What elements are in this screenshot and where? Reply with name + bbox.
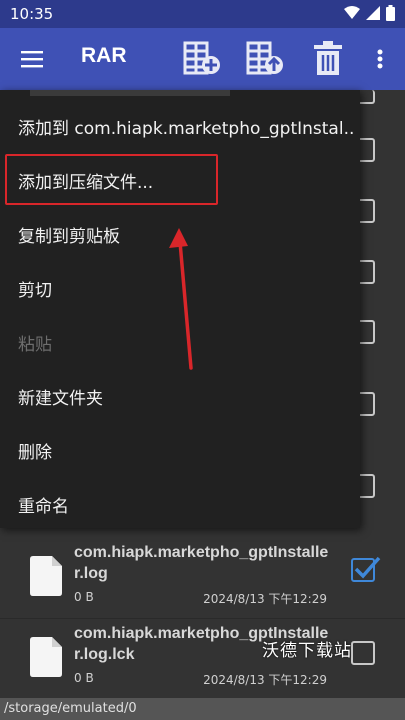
menu-item-paste: 粘贴 bbox=[18, 335, 52, 355]
file-icon bbox=[30, 556, 62, 596]
highlight-box bbox=[5, 154, 218, 205]
delete-icon[interactable] bbox=[312, 41, 344, 77]
menu-item-add-to-named[interactable]: 添加到 com.hiapk.marketpho_gptInstal.. bbox=[18, 114, 354, 139]
status-bar: 10:35 bbox=[0, 0, 405, 28]
file-date: 2024/8/13 下午12:29 bbox=[203, 673, 327, 687]
menu-item-new-folder[interactable]: 新建文件夹 bbox=[18, 384, 103, 409]
more-vert-icon[interactable] bbox=[374, 41, 386, 77]
menu-item-cut[interactable]: 剪切 bbox=[18, 276, 52, 301]
annotation-arrow bbox=[169, 228, 193, 370]
app-toolbar: RAR bbox=[0, 28, 405, 90]
status-time: 10:35 bbox=[10, 5, 54, 23]
extract-archive-icon[interactable] bbox=[246, 41, 284, 77]
file-size: 0 B bbox=[74, 590, 94, 604]
signal-icon bbox=[366, 6, 380, 20]
status-icons bbox=[344, 5, 395, 21]
path-bar: /storage/emulated/0 bbox=[0, 698, 405, 720]
menu-item-delete[interactable]: 删除 bbox=[18, 438, 52, 463]
list-item[interactable]: com.hiapk.marketpho_gptInstaller.log 0 B… bbox=[0, 538, 405, 619]
watermark: 沃德下载站 bbox=[262, 641, 352, 661]
app-title: RAR bbox=[81, 44, 127, 67]
file-date: 2024/8/13 下午12:29 bbox=[203, 592, 327, 606]
wifi-icon bbox=[344, 6, 360, 19]
row-checkbox-checked[interactable] bbox=[351, 556, 381, 582]
menu-item-copy[interactable]: 复制到剪贴板 bbox=[18, 222, 120, 247]
battery-icon bbox=[386, 5, 395, 21]
file-name: com.hiapk.marketpho_gptInstaller.log bbox=[74, 544, 329, 582]
checkmark-icon bbox=[354, 556, 381, 579]
hidden-row-peek bbox=[30, 90, 230, 96]
menu-icon[interactable] bbox=[20, 47, 44, 71]
file-icon bbox=[30, 637, 62, 677]
add-archive-icon[interactable] bbox=[183, 41, 221, 77]
menu-item-rename[interactable]: 重命名 bbox=[18, 492, 69, 517]
row-checkbox[interactable] bbox=[351, 641, 375, 665]
file-size: 0 B bbox=[74, 671, 94, 685]
